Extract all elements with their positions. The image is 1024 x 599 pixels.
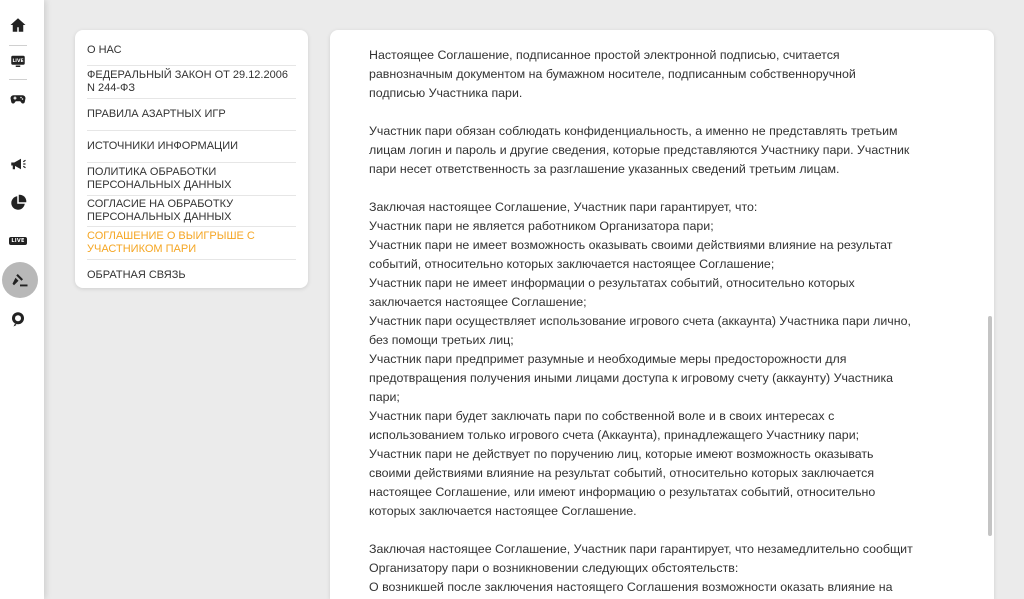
text-line: О возникшей после заключения настоящего … — [369, 580, 893, 594]
gamepad-icon[interactable] — [4, 85, 32, 113]
menu-item-about[interactable]: О НАС — [87, 36, 296, 66]
text-line: Участник пари будет заключать пари по со… — [369, 409, 835, 423]
text-line: Участник пари не имеет возможность оказы… — [369, 238, 893, 252]
home-icon[interactable] — [4, 11, 32, 39]
paragraph: Заключая настоящее Соглашение, Участник … — [369, 198, 959, 521]
rail-divider — [9, 45, 27, 46]
menu-item-gambling-rules[interactable]: ПРАВИЛА АЗАРТНЫХ ИГР — [87, 99, 296, 131]
rail-divider — [9, 79, 27, 80]
text-line: настоящее Соглашение, или имеют информац… — [369, 485, 876, 499]
menu-item-label: ПОЛИТИКА ОБРАБОТКИ — [87, 166, 217, 178]
agreement-text: Настоящее Соглашение, подписанное просто… — [369, 46, 959, 599]
menu-item-label: СОГЛАШЕНИЕ О ВЫИГРЫШЕ С — [87, 230, 255, 242]
text-line: без помощи третьих лиц; — [369, 333, 514, 347]
text-line: заключается настоящее Соглашение; — [369, 295, 587, 309]
menu-item-label: ПЕРСОНАЛЬНЫХ ДАННЫХ — [87, 179, 232, 191]
text-line: которых заключается настоящее Соглашение… — [369, 504, 637, 518]
menu-item-privacy-policy[interactable]: ПОЛИТИКА ОБРАБОТКИ ПЕРСОНАЛЬНЫХ ДАННЫХ — [87, 163, 296, 196]
text-line: предотвращения получения иными лицами до… — [369, 371, 894, 385]
menu-item-label: ПРАВИЛА АЗАРТНЫХ ИГР — [87, 108, 226, 120]
menu-item-label: О НАС — [87, 44, 122, 56]
text-line: Организатору пари о возникновении следую… — [369, 561, 739, 575]
menu-item-feedback[interactable]: ОБРАТНАЯ СВЯЗЬ — [87, 260, 296, 290]
megaphone-icon[interactable] — [4, 150, 32, 178]
support-icon[interactable] — [4, 305, 32, 333]
menu-item-label: СОГЛАСИЕ НА ОБРАБОТКУ — [87, 198, 234, 210]
menu-item-federal-law[interactable]: ФЕДЕРАЛЬНЫЙ ЗАКОН ОТ 29.12.2006 N 244-ФЗ — [87, 66, 296, 99]
info-menu: О НАС ФЕДЕРАЛЬНЫЙ ЗАКОН ОТ 29.12.2006 N … — [75, 30, 308, 288]
text-line: равнозначным документом на бумажном носи… — [369, 67, 856, 81]
text-line: Заключая настоящее Соглашение, Участник … — [369, 200, 758, 214]
live-sport-icon[interactable]: LIVE — [4, 227, 32, 255]
paragraph: Настоящее Соглашение, подписанное просто… — [369, 46, 959, 103]
live-badge: LIVE — [9, 237, 27, 245]
text-line: Участник пари не действует по поручению … — [369, 447, 874, 461]
agreement-content: Настоящее Соглашение, подписанное просто… — [330, 30, 994, 599]
paragraph: Участник пари обязан соблюдать конфиденц… — [369, 122, 959, 179]
text-line: своими действиями влияние на результат с… — [369, 466, 875, 480]
menu-item-label: ПЕРСОНАЛЬНЫХ ДАННЫХ — [87, 211, 232, 223]
live-icon[interactable]: LIVE — [4, 47, 32, 75]
text-line: пари несет ответственность за разглашени… — [369, 162, 840, 176]
text-line: подписью Участника пари. — [369, 86, 523, 100]
menu-item-label: ОБРАТНАЯ СВЯЗЬ — [87, 268, 186, 281]
pie-chart-icon[interactable] — [4, 189, 32, 217]
text-line: Участник пари осуществляет использование… — [369, 314, 911, 328]
text-line: событий, относительно которых заключаетс… — [369, 257, 775, 271]
text-line: Участник пари предпримет разумные и необ… — [369, 352, 847, 366]
text-line: Участник пари обязан соблюдать конфиденц… — [369, 124, 898, 138]
icon-rail: LIVE LIVE — [0, 0, 44, 599]
gavel-icon[interactable] — [2, 262, 38, 298]
svg-text:LIVE: LIVE — [12, 58, 23, 64]
menu-item-label: УЧАСТНИКОМ ПАРИ — [87, 243, 197, 255]
text-line: использованием только игрового счета (Ак… — [369, 428, 860, 442]
text-line: Участник пари не имеет информации о резу… — [369, 276, 855, 290]
text-line: пари; — [369, 390, 400, 404]
content-scrollbar[interactable] — [988, 316, 992, 536]
text-line: Заключая настоящее Соглашение, Участник … — [369, 542, 913, 556]
menu-item-label: ФЕДЕРАЛЬНЫЙ ЗАКОН ОТ 29.12.2006 — [87, 69, 288, 81]
text-line: лицам логин и пароль и другие сведения, … — [369, 143, 910, 157]
text-line: Настоящее Соглашение, подписанное просто… — [369, 48, 840, 62]
menu-item-data-consent[interactable]: СОГЛАСИЕ НА ОБРАБОТКУ ПЕРСОНАЛЬНЫХ ДАННЫ… — [87, 196, 296, 227]
menu-item-label: ИСТОЧНИКИ ИНФОРМАЦИИ — [87, 140, 239, 152]
menu-item-label: N 244-ФЗ — [87, 82, 136, 94]
menu-item-information-sources[interactable]: ИСТОЧНИКИ ИНФОРМАЦИИ — [87, 131, 296, 163]
paragraph: Заключая настоящее Соглашение, Участник … — [369, 540, 959, 597]
text-line: Участник пари не является работником Орг… — [369, 219, 714, 233]
menu-item-winnings-agreement[interactable]: СОГЛАШЕНИЕ О ВЫИГРЫШЕ С УЧАСТНИКОМ ПАРИ — [87, 227, 296, 260]
